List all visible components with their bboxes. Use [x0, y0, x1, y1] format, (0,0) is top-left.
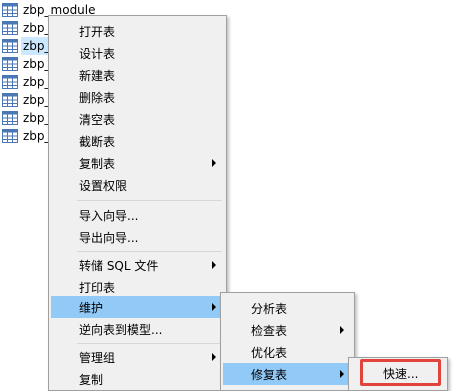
menu-item-label: 修复表 [251, 367, 288, 382]
submenu-arrow-icon [212, 261, 216, 269]
table-icon [2, 93, 18, 107]
menu-separator [77, 343, 222, 344]
menu-item-truncate-table[interactable]: 截断表 [51, 130, 224, 152]
menu-item-label: 优化表 [251, 345, 288, 360]
menu-item-open-table[interactable]: 打开表 [51, 20, 224, 42]
menu-item-label: 导入向导... [79, 208, 139, 223]
submenu-arrow-icon [340, 326, 344, 334]
menu-item-label: 逆向表到模型... [79, 322, 163, 337]
table-icon [2, 39, 18, 53]
menu-separator [77, 251, 222, 252]
menu-item-export-wizard[interactable]: 导出向导... [51, 226, 224, 248]
menu-item-label: 转储 SQL 文件 [79, 258, 159, 273]
table-icon [2, 21, 18, 35]
submenu-arrow-icon [212, 303, 216, 311]
tree-item-table[interactable]: zbp_ [2, 91, 53, 109]
menu-separator [77, 200, 222, 201]
table-icon [2, 75, 18, 89]
menu-item-label: 截断表 [79, 134, 116, 149]
menu-item-manage-groups[interactable]: 管理组 [51, 346, 224, 368]
menu-item-label: 设置权限 [79, 178, 128, 193]
menu-item-import-wizard[interactable]: 导入向导... [51, 204, 224, 226]
table-icon [2, 129, 18, 143]
menu-item-maintain[interactable]: 维护 [51, 296, 224, 318]
menu-item-label: 检查表 [251, 323, 288, 338]
menu-item-reverse-to-model[interactable]: 逆向表到模型... [51, 318, 224, 340]
menu-item-label: 复制 [79, 372, 104, 387]
menu-item-optimize-table[interactable]: 优化表 [223, 341, 352, 363]
menu-item-analyze-table[interactable]: 分析表 [223, 297, 352, 319]
menu-item-dump-sql[interactable]: 转储 SQL 文件 [51, 254, 224, 276]
tree-item-table[interactable]: zbp_ [2, 109, 53, 127]
callout-highlight [360, 359, 441, 386]
menu-item-duplicate-table[interactable]: 复制表 [51, 152, 224, 174]
tree-item-table-selected[interactable]: zbp_ [2, 37, 53, 55]
menu-item-label: 打印表 [79, 280, 116, 295]
menu-item-label: 新建表 [79, 68, 116, 83]
tree-item-table[interactable]: zbp_ [2, 73, 53, 91]
table-icon [2, 3, 18, 17]
menu-item-label: 管理组 [79, 350, 116, 365]
menu-item-label: 清空表 [79, 112, 116, 127]
menu-item-set-permissions[interactable]: 设置权限 [51, 174, 224, 196]
menu-item-repair-table[interactable]: 修复表 [223, 363, 352, 385]
menu-item-label: 分析表 [251, 301, 288, 316]
menu-item-label: 维护 [79, 300, 104, 315]
menu-item-design-table[interactable]: 设计表 [51, 42, 224, 64]
menu-item-check-table[interactable]: 检查表 [223, 319, 352, 341]
menu-item-empty-table[interactable]: 清空表 [51, 108, 224, 130]
menu-item-label: 设计表 [79, 46, 116, 61]
menu-item-label: 导出向导... [79, 230, 139, 245]
table-icon [2, 111, 18, 125]
menu-item-print-table[interactable]: 打印表 [51, 276, 224, 298]
submenu-arrow-icon [212, 353, 216, 361]
tree-item-table[interactable]: zbp_ [2, 19, 53, 37]
menu-item-delete-table[interactable]: 删除表 [51, 86, 224, 108]
menu-item-label: 打开表 [79, 24, 116, 39]
submenu-arrow-icon [212, 159, 216, 167]
tree-item-table[interactable]: zbp_ [2, 127, 53, 145]
context-menu: 打开表 设计表 新建表 删除表 清空表 截断表 复制表 设置权限 导入向导...… [48, 15, 227, 391]
menu-item-label: 复制表 [79, 156, 116, 171]
menu-item-label: 删除表 [79, 90, 116, 105]
submenu-arrow-icon [340, 370, 344, 378]
maintain-submenu: 分析表 检查表 优化表 修复表 [220, 292, 355, 391]
menu-item-copy[interactable]: 复制 [51, 368, 224, 390]
tree-item-table[interactable]: zbp_ [2, 55, 53, 73]
table-icon [2, 57, 18, 71]
menu-item-new-table[interactable]: 新建表 [51, 64, 224, 86]
